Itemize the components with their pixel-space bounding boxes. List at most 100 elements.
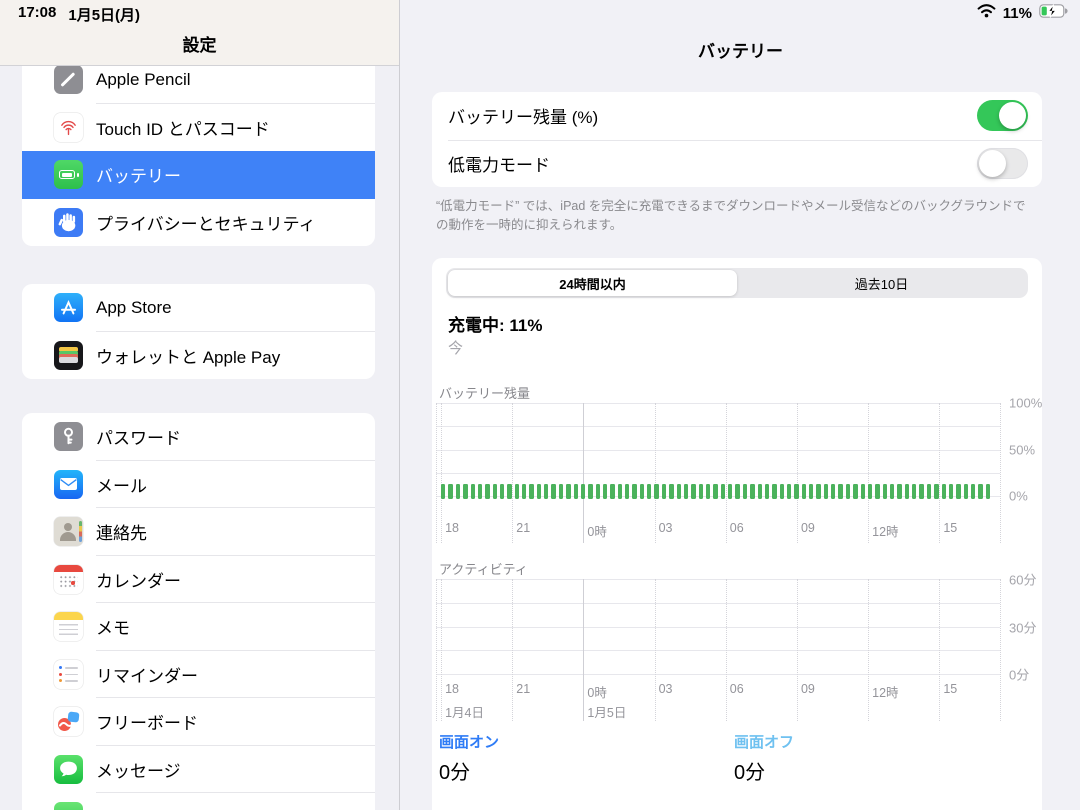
x-tick-label: 12時 xyxy=(872,682,898,701)
sidebar-item-notes[interactable]: メモ xyxy=(22,603,375,651)
sidebar-item-privacy[interactable]: プライバシーとセキュリティ xyxy=(22,199,375,247)
screen-on-value: 0分 xyxy=(439,756,734,785)
status-date: 1月5日(月) xyxy=(68,4,140,25)
sidebar-item-messages[interactable]: メッセージ xyxy=(22,746,375,794)
messages-icon xyxy=(54,755,83,784)
sidebar-item-facetime[interactable] xyxy=(22,793,375,810)
status-right: 11% xyxy=(977,4,1068,22)
sidebar-item-passwords[interactable]: パスワード xyxy=(22,413,375,461)
battery-percent-toggle[interactable] xyxy=(977,100,1028,131)
notes-icon xyxy=(54,612,83,641)
activity-chart-title: アクティビティ xyxy=(439,559,528,578)
x-tick-label: 21 xyxy=(516,521,530,535)
x-tick-label: 03 xyxy=(659,682,673,696)
low-power-mode-toggle[interactable] xyxy=(977,148,1028,179)
sidebar-group: App Store ウォレットと Apple Pay xyxy=(22,284,375,379)
battery-percent-label: バッテリー残量 (%) xyxy=(448,103,598,128)
low-power-mode-row: 低電力モード xyxy=(432,140,1042,188)
page-title: バッテリー xyxy=(401,37,1080,62)
y-tick-label: 60分 xyxy=(1009,570,1036,589)
battery-toggles-card: バッテリー残量 (%) 低電力モード xyxy=(432,92,1042,187)
sidebar-item-label: App Store xyxy=(96,298,172,318)
battery-app-icon xyxy=(54,160,83,189)
wallet-icon xyxy=(54,341,83,370)
screen-on-stat: 画面オン 0分 xyxy=(439,731,734,785)
toggle-knob xyxy=(999,102,1026,129)
battery-charging-icon xyxy=(1039,4,1068,22)
x-tick-label: 15 xyxy=(943,682,957,696)
x-tick-label: 18 xyxy=(445,521,459,535)
x-tick-label: 21 xyxy=(516,682,530,696)
freeform-icon xyxy=(54,707,83,736)
screen-off-label: 画面オフ xyxy=(734,731,1029,752)
sidebar-item-label: 連絡先 xyxy=(96,519,147,544)
sidebar-item-reminders[interactable]: リマインダー xyxy=(22,651,375,699)
battery-percent-row: バッテリー残量 (%) xyxy=(432,92,1042,140)
charging-status-time: 今 xyxy=(448,337,463,358)
x-tick-label: 03 xyxy=(659,521,673,535)
screen-on-label: 画面オン xyxy=(439,731,734,752)
battery-settings-pane: バッテリー バッテリー残量 (%) 低電力モード “低電力モード” では、iPa… xyxy=(401,0,1080,810)
y-tick-label: 100% xyxy=(1009,396,1042,411)
status-time: 17:08 xyxy=(18,4,56,25)
low-power-mode-label: 低電力モード xyxy=(448,151,550,176)
passwords-icon xyxy=(54,422,83,451)
appstore-icon xyxy=(54,293,83,322)
activity-chart: 18210時03060912時1560分30分0分1月4日1月5日 xyxy=(436,579,1000,674)
toggle-knob xyxy=(979,150,1006,177)
y-tick-label: 0% xyxy=(1009,489,1028,504)
settings-sidebar: Apple Pencil Touch ID とパスコードバッテリープライバシーとセ… xyxy=(0,0,400,810)
time-range-segmented-control: 24時間以内 過去10日 xyxy=(446,268,1028,298)
ipad-settings-screen: 17:08 1月5日(月) 11% Apple Pencil Touch ID と… xyxy=(0,0,1080,810)
tab-last-10-days[interactable]: 過去10日 xyxy=(737,270,1026,296)
screen-time-stats: 画面オン 0分 画面オフ 0分 xyxy=(439,731,1029,785)
x-tick-label: 18 xyxy=(445,682,459,696)
battery-level-chart: 18210時03060912時15100%50%0% xyxy=(436,403,1000,496)
x-tick-label: 09 xyxy=(801,521,815,535)
sidebar-item-touch-id[interactable]: Touch ID とパスコード xyxy=(22,104,375,152)
sidebar-item-freeform[interactable]: フリーボード xyxy=(22,698,375,746)
privacy-icon xyxy=(54,208,83,237)
sidebar-item-label: カレンダー xyxy=(96,567,181,592)
status-left: 17:08 1月5日(月) xyxy=(18,4,140,25)
tab-last-24-hours[interactable]: 24時間以内 xyxy=(448,270,737,296)
sidebar-item-label: Touch ID とパスコード xyxy=(96,115,270,140)
sidebar-item-wallet[interactable]: ウォレットと Apple Pay xyxy=(22,332,375,380)
x-tick-label: 12時 xyxy=(872,521,898,540)
sidebar-item-label: Apple Pencil xyxy=(96,70,191,90)
charging-status: 充電中: 11% xyxy=(448,311,542,336)
facetime-icon xyxy=(54,802,83,810)
sidebar-item-label: メモ xyxy=(96,614,130,639)
screen-off-stat: 画面オフ 0分 xyxy=(734,731,1029,785)
calendar-icon xyxy=(54,565,83,594)
y-tick-label: 50% xyxy=(1009,442,1035,457)
sidebar-item-label: ウォレットと Apple Pay xyxy=(96,343,280,368)
sidebar-item-mail[interactable]: メール xyxy=(22,461,375,509)
y-tick-label: 30分 xyxy=(1009,617,1036,636)
reminders-icon xyxy=(54,660,83,689)
chart-plot-area: 18210時03060912時1560分30分0分1月4日1月5日 xyxy=(436,579,1000,674)
sidebar-item-label: リマインダー xyxy=(96,662,198,687)
sidebar-item-battery-app[interactable]: バッテリー xyxy=(22,151,375,199)
battery-level-bars xyxy=(441,484,990,499)
chart-plot-area: 18210時03060912時15100%50%0% xyxy=(436,403,1000,496)
wifi-icon xyxy=(977,4,996,22)
status-bar: 17:08 1月5日(月) 11% xyxy=(0,0,1080,24)
sidebar-item-appstore[interactable]: App Store xyxy=(22,284,375,332)
screen-off-value: 0分 xyxy=(734,756,1029,785)
status-battery-percent: 11% xyxy=(1003,5,1032,22)
x-tick-label: 09 xyxy=(801,682,815,696)
sidebar-groups: Apple Pencil Touch ID とパスコードバッテリープライバシーとセ… xyxy=(22,56,375,810)
x-tick-label: 06 xyxy=(730,521,744,535)
sidebar-item-contacts[interactable]: 連絡先 xyxy=(22,508,375,556)
sidebar-item-label: プライバシーとセキュリティ xyxy=(96,210,316,235)
low-power-footnote: “低電力モード” では、iPad を完全に充電できるまでダウンロードやメール受信… xyxy=(436,197,1036,235)
sidebar-item-label: メール xyxy=(96,472,147,497)
sidebar-item-calendar[interactable]: カレンダー xyxy=(22,556,375,604)
date-label: 1月4日 xyxy=(445,702,484,721)
sidebar-group: パスワードメール連絡先カレンダーメモリマインダーフリーボードメッセージ xyxy=(22,413,375,810)
mail-icon xyxy=(54,470,83,499)
x-tick-label: 15 xyxy=(943,521,957,535)
sidebar-item-label: バッテリー xyxy=(96,162,181,187)
x-tick-label: 0時 xyxy=(587,521,606,540)
